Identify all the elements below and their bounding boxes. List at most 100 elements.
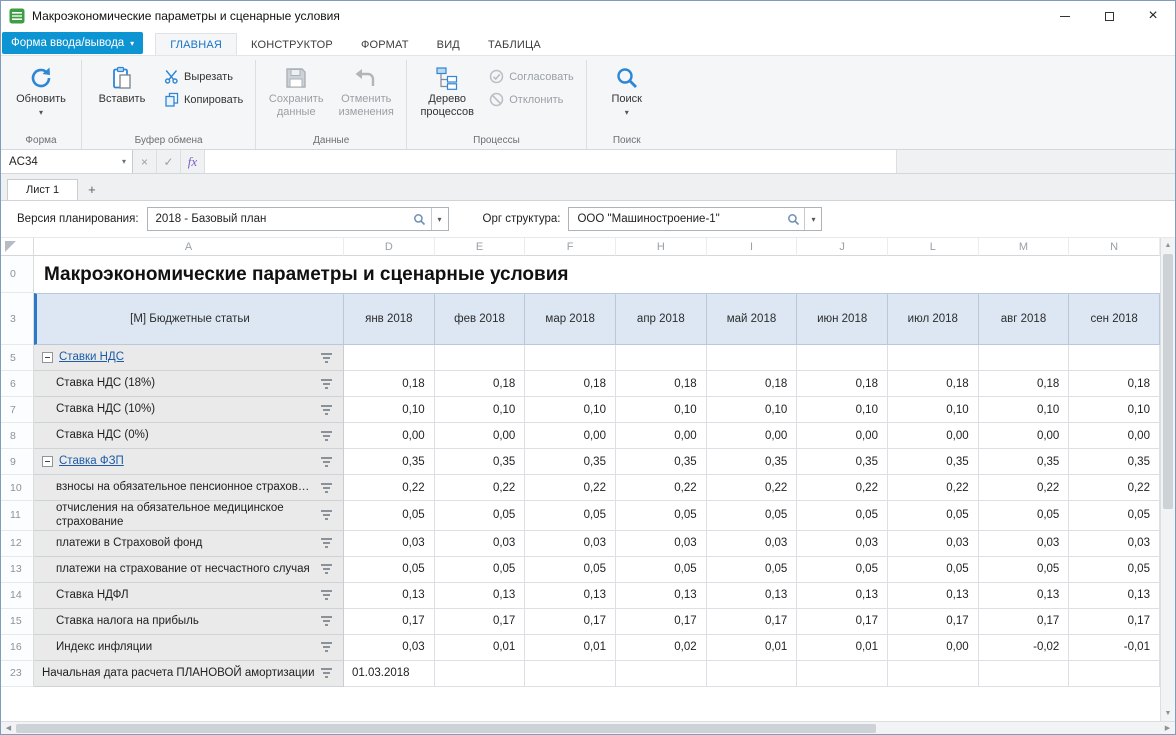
value-cell[interactable]: 0,17: [1069, 609, 1160, 635]
column-header[interactable]: F: [525, 238, 616, 256]
value-cell[interactable]: 0,17: [979, 609, 1070, 635]
value-cell[interactable]: -0,01: [1069, 635, 1160, 661]
column-header[interactable]: L: [888, 238, 979, 256]
value-cell[interactable]: 0,13: [344, 583, 435, 609]
column-header[interactable]: H: [616, 238, 707, 256]
value-cell[interactable]: 0,22: [797, 475, 888, 501]
value-cell[interactable]: 0,22: [435, 475, 526, 501]
value-cell[interactable]: 0,22: [525, 475, 616, 501]
value-cell[interactable]: 0,35: [979, 449, 1070, 475]
value-cell[interactable]: 0,03: [888, 531, 979, 557]
value-cell[interactable]: [1069, 345, 1160, 371]
value-cell[interactable]: 0,01: [525, 635, 616, 661]
value-cell[interactable]: 0,05: [888, 501, 979, 531]
value-cell[interactable]: 0,05: [1069, 501, 1160, 531]
version-filter-input[interactable]: 2018 - Базовый план ▾: [147, 207, 449, 231]
value-cell[interactable]: [707, 345, 798, 371]
value-cell[interactable]: [979, 345, 1070, 371]
column-header[interactable]: N: [1069, 238, 1160, 256]
formula-input[interactable]: [205, 150, 897, 173]
value-cell[interactable]: 0,00: [525, 423, 616, 449]
value-cell[interactable]: 0,18: [888, 371, 979, 397]
value-cell[interactable]: 0,05: [435, 557, 526, 583]
month-header-cell[interactable]: апр 2018: [616, 293, 707, 345]
filter-icon[interactable]: [321, 616, 332, 626]
value-cell[interactable]: 0,18: [344, 371, 435, 397]
value-cell[interactable]: 0,00: [344, 423, 435, 449]
paste-button[interactable]: Вставить: [88, 62, 156, 106]
value-cell[interactable]: 0,05: [888, 557, 979, 583]
value-cell[interactable]: [344, 345, 435, 371]
value-cell[interactable]: 0,17: [525, 609, 616, 635]
value-cell[interactable]: 0,01: [435, 635, 526, 661]
filter-icon[interactable]: [321, 510, 332, 520]
value-cell[interactable]: 0,03: [1069, 531, 1160, 557]
value-cell[interactable]: 0,03: [707, 531, 798, 557]
header-label-cell[interactable]: [М] Бюджетные статьи: [34, 293, 344, 345]
value-cell[interactable]: 0,05: [525, 557, 616, 583]
row-label-cell[interactable]: Ставка НДФЛ: [34, 583, 344, 609]
row-label-cell[interactable]: платежи в Страховой фонд: [34, 531, 344, 557]
row-number[interactable]: 7: [1, 397, 34, 423]
value-cell[interactable]: [888, 661, 979, 687]
value-cell[interactable]: 0,13: [435, 583, 526, 609]
value-cell[interactable]: 0,05: [797, 557, 888, 583]
row-number[interactable]: 6: [1, 371, 34, 397]
value-cell[interactable]: 0,35: [1069, 449, 1160, 475]
row-number[interactable]: 16: [1, 635, 34, 661]
value-cell[interactable]: 0,10: [344, 397, 435, 423]
value-cell[interactable]: 0,22: [888, 475, 979, 501]
row-number[interactable]: 13: [1, 557, 34, 583]
value-cell[interactable]: 0,13: [797, 583, 888, 609]
row-number[interactable]: 23: [1, 661, 34, 687]
value-cell[interactable]: 0,17: [616, 609, 707, 635]
search-button[interactable]: Поиск ▾: [593, 62, 661, 117]
chevron-down-icon[interactable]: ▾: [804, 208, 821, 230]
filter-icon[interactable]: [321, 379, 332, 389]
value-cell[interactable]: 0,35: [525, 449, 616, 475]
month-header-cell[interactable]: май 2018: [707, 293, 798, 345]
horizontal-scrollbar[interactable]: ◀ ▶: [1, 721, 1175, 734]
row-number[interactable]: 11: [1, 501, 34, 531]
row-number[interactable]: 14: [1, 583, 34, 609]
row-label-cell[interactable]: Начальная дата расчета ПЛАНОВОЙ амортиза…: [34, 661, 344, 687]
value-cell[interactable]: [616, 661, 707, 687]
value-cell[interactable]: 0,10: [707, 397, 798, 423]
row-label-cell[interactable]: Ставки НДС: [34, 345, 344, 371]
value-cell[interactable]: 0,05: [979, 501, 1070, 531]
month-header-cell[interactable]: июл 2018: [888, 293, 979, 345]
value-cell[interactable]: 0,05: [707, 557, 798, 583]
value-cell[interactable]: [797, 345, 888, 371]
value-cell[interactable]: 0,03: [979, 531, 1070, 557]
value-cell[interactable]: 0,18: [435, 371, 526, 397]
value-cell[interactable]: 0,05: [1069, 557, 1160, 583]
insert-function-button[interactable]: fx: [181, 150, 205, 173]
value-cell[interactable]: 0,17: [707, 609, 798, 635]
value-cell[interactable]: 0,22: [616, 475, 707, 501]
value-cell[interactable]: 0,17: [435, 609, 526, 635]
value-cell[interactable]: 0,18: [1069, 371, 1160, 397]
ribbon-tab[interactable]: ГЛАВНАЯ: [155, 33, 237, 55]
scroll-right-icon[interactable]: ▶: [1160, 724, 1175, 732]
column-header[interactable]: I: [707, 238, 798, 256]
value-cell[interactable]: 0,10: [525, 397, 616, 423]
month-header-cell[interactable]: сен 2018: [1069, 293, 1160, 345]
close-button[interactable]: ×: [1131, 1, 1175, 31]
row-label-cell[interactable]: Ставка налога на прибыль: [34, 609, 344, 635]
minimize-button[interactable]: [1043, 1, 1087, 31]
column-header[interactable]: J: [797, 238, 888, 256]
ribbon-tab[interactable]: ВИД: [423, 34, 474, 55]
value-cell[interactable]: 0,05: [979, 557, 1070, 583]
month-header-cell[interactable]: фев 2018: [435, 293, 526, 345]
value-cell[interactable]: 0,18: [616, 371, 707, 397]
row-label-cell[interactable]: отчисления на обязательное медицинское с…: [34, 501, 344, 531]
value-cell[interactable]: 0,05: [525, 501, 616, 531]
value-cell[interactable]: [888, 345, 979, 371]
value-cell[interactable]: 0,22: [979, 475, 1070, 501]
scroll-up-icon[interactable]: ▲: [1161, 238, 1175, 253]
row-label-cell[interactable]: Ставка НДС (18%): [34, 371, 344, 397]
value-cell[interactable]: 0,18: [707, 371, 798, 397]
value-cell[interactable]: 0,02: [616, 635, 707, 661]
filter-icon[interactable]: [321, 668, 332, 678]
filter-icon[interactable]: [321, 353, 332, 363]
